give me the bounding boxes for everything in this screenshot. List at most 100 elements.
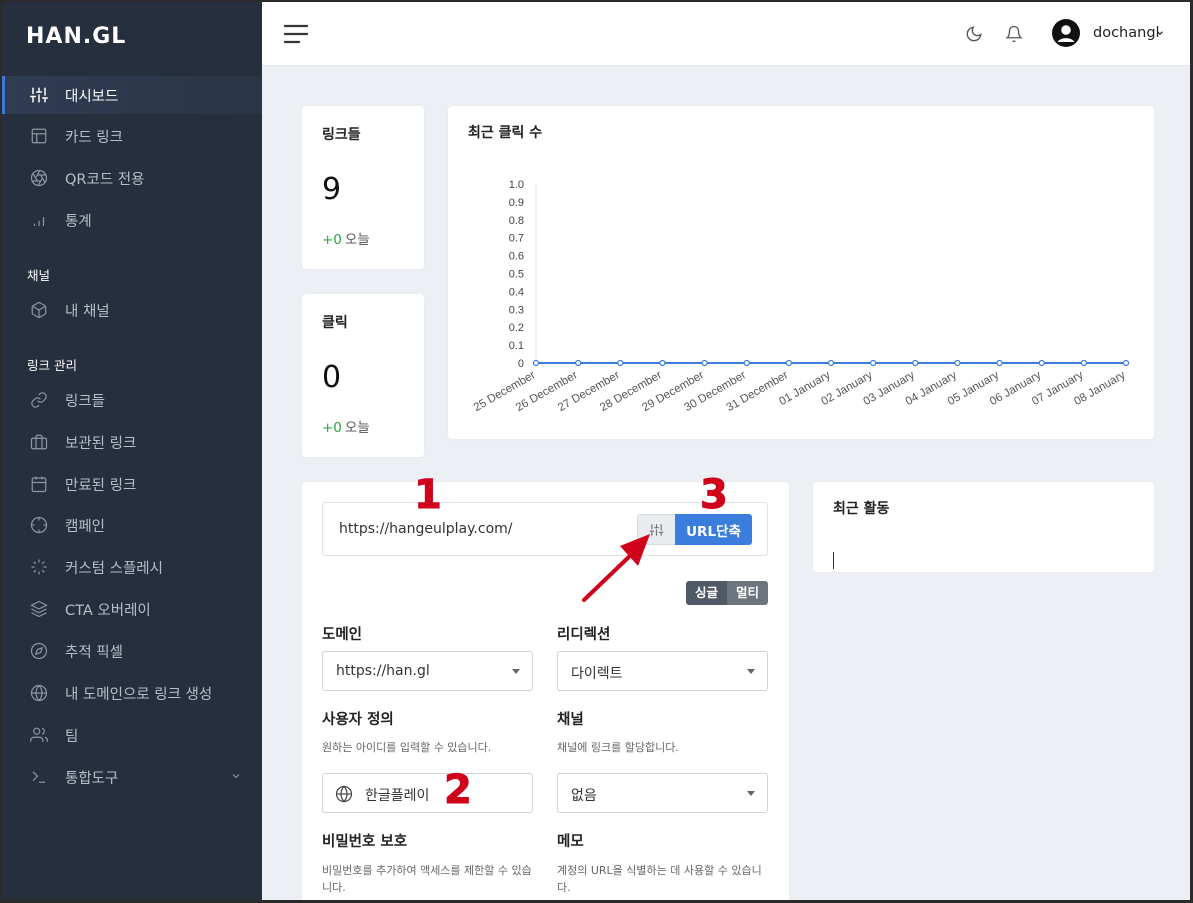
- users-icon: [30, 727, 48, 742]
- y-tick-label: 0.1: [509, 340, 524, 352]
- data-point: [1080, 359, 1087, 367]
- loader-icon: [31, 559, 47, 575]
- data-point: [912, 359, 919, 367]
- data-point: [785, 359, 792, 367]
- custom-alias-help: 원하는 아이디를 입력할 수 있습니다.: [322, 741, 492, 754]
- data-point: [532, 359, 540, 367]
- chevron-down-icon[interactable]: [1155, 28, 1165, 38]
- sidebar-item-label: 만료된 링크: [65, 477, 137, 494]
- text-cursor: [833, 552, 834, 569]
- sidebar-item-stats[interactable]: 통계: [2, 201, 262, 239]
- sidebar: HAN.GL 대시보드 카드 링크 QR코드 전용 통계 채널 내 채널 링크 …: [2, 2, 262, 900]
- custom-alias-input[interactable]: 한글플레이: [322, 773, 533, 813]
- data-point: [870, 359, 877, 367]
- redirect-select[interactable]: 다이렉트: [557, 651, 768, 691]
- y-tick-label: 0.9: [509, 197, 524, 209]
- sidebar-item-card-link[interactable]: 카드 링크: [2, 117, 262, 155]
- annotation-arrow-icon: [582, 534, 650, 602]
- sidebar-item-label: 보관된 링크: [65, 435, 137, 452]
- sidebar-item-campaign[interactable]: 캠페인: [2, 506, 262, 544]
- sidebar-item-pixel[interactable]: 추적 픽셀: [2, 632, 262, 670]
- data-point: [617, 359, 624, 367]
- caret-down-icon: [747, 791, 755, 796]
- caret-down-icon: [512, 669, 520, 674]
- y-tick-label: 0.3: [509, 304, 524, 316]
- stat-title: 클릭: [322, 315, 348, 331]
- channel-select[interactable]: 없음: [557, 773, 768, 813]
- password-label: 비밀번호 보호: [322, 834, 408, 850]
- sidebar-item-custom-domain[interactable]: 내 도메인으로 링크 생성: [2, 674, 262, 712]
- sidebar-item-splash[interactable]: 커스텀 스플레시: [2, 548, 262, 586]
- globe-icon: [335, 785, 353, 803]
- sidebar-item-team[interactable]: 팀: [2, 716, 262, 754]
- password-help: 비밀번호를 추가하여 액세스를 제한할 수 있습니다.: [322, 864, 532, 894]
- memo-help: 계정의 URL을 식별하는 데 사용할 수 있습니다.: [557, 864, 762, 894]
- stat-delta-value: +0: [322, 420, 342, 436]
- memo-label: 메모: [557, 834, 584, 850]
- y-tick-label: 1.0: [509, 179, 524, 191]
- annotation-number-2: 2: [444, 767, 473, 814]
- sidebar-item-qr[interactable]: QR코드 전용: [2, 159, 262, 197]
- sidebar-item-label: CTA 오버레이: [65, 602, 151, 619]
- data-point: [996, 359, 1003, 367]
- bar-chart-icon: [33, 217, 45, 226]
- sidebar-item-my-channel[interactable]: 내 채널: [2, 291, 262, 329]
- layers-icon: [30, 600, 48, 618]
- compass-icon: [30, 642, 48, 660]
- sidebar-item-label: 캠페인: [65, 518, 106, 535]
- y-tick-label: 0.7: [509, 233, 524, 245]
- sidebar-item-archived[interactable]: 보관된 링크: [2, 423, 262, 461]
- sidebar-item-cta[interactable]: CTA 오버레이: [2, 590, 262, 628]
- activity-title: 최근 활동: [833, 501, 890, 517]
- sidebar-item-label: 카드 링크: [65, 129, 123, 146]
- aperture-icon: [30, 169, 48, 187]
- logo[interactable]: HAN.GL: [26, 24, 126, 49]
- sidebar-item-dashboard[interactable]: 대시보드: [2, 76, 262, 114]
- stat-card-links: 링크들 9 +0 오늘: [302, 106, 424, 269]
- line-chart: 1.00.90.80.70.60.50.40.30.20.1025 Decemb…: [472, 179, 1130, 414]
- toggle-multi[interactable]: 멀티: [727, 581, 769, 605]
- section-label-channel: 채널: [27, 268, 51, 283]
- y-tick-label: 0.8: [509, 215, 524, 227]
- sidebar-item-label: 추적 픽셀: [65, 644, 123, 661]
- domain-select[interactable]: https://han.gl: [322, 651, 533, 691]
- domain-select-value: https://han.gl: [336, 663, 430, 679]
- shorten-button[interactable]: URL단축: [675, 514, 752, 545]
- data-point: [954, 359, 961, 367]
- username[interactable]: dochangl: [1093, 25, 1160, 41]
- box-icon: [31, 301, 47, 319]
- annotation-number-1: 1: [414, 472, 443, 519]
- toggle-single[interactable]: 싱글: [686, 581, 728, 605]
- avatar[interactable]: [1052, 19, 1080, 47]
- recent-activity-card: 최근 활동: [813, 482, 1154, 572]
- sidebar-item-links[interactable]: 링크들: [2, 381, 262, 419]
- url-input[interactable]: https://hangeulplay.com/: [339, 521, 512, 537]
- sidebar-item-label: 대시보드: [65, 88, 119, 105]
- sidebar-item-expired[interactable]: 만료된 링크: [2, 465, 262, 503]
- data-point: [701, 359, 708, 367]
- calendar-icon: [31, 476, 47, 493]
- moon-icon[interactable]: [965, 25, 983, 43]
- sidebar-item-integrations[interactable]: 통합도구: [2, 758, 262, 796]
- sidebar-item-label: 커스텀 스플레시: [65, 560, 163, 577]
- briefcase-icon: [30, 434, 48, 450]
- sidebar-item-label: 팀: [65, 728, 79, 745]
- y-tick-label: 0.5: [509, 269, 524, 281]
- link-icon: [31, 392, 47, 408]
- crosshair-icon: [30, 516, 48, 534]
- stat-title: 링크들: [322, 127, 361, 143]
- redirect-label: 리디렉션: [557, 627, 611, 643]
- data-point: [1038, 359, 1045, 367]
- data-point: [827, 359, 835, 367]
- bell-icon[interactable]: [1005, 24, 1023, 44]
- custom-alias-value: 한글플레이: [365, 788, 430, 804]
- stat-delta-suffix: 오늘: [344, 420, 370, 436]
- y-tick-label: 0.2: [509, 322, 524, 334]
- chart-card: 최근 클릭 수 1.0 0.9 0.8 0.7 0.6 0.5 0.4 0.3 0.2 0.1 0 2…: [448, 106, 1154, 439]
- stat-value: 0: [322, 360, 342, 395]
- annotation-number-3: 3: [700, 472, 729, 519]
- menu-icon[interactable]: [284, 24, 308, 44]
- custom-alias-label: 사용자 정의: [322, 712, 394, 728]
- topbar: dochangl: [262, 2, 1190, 66]
- caret-down-icon: [747, 669, 755, 674]
